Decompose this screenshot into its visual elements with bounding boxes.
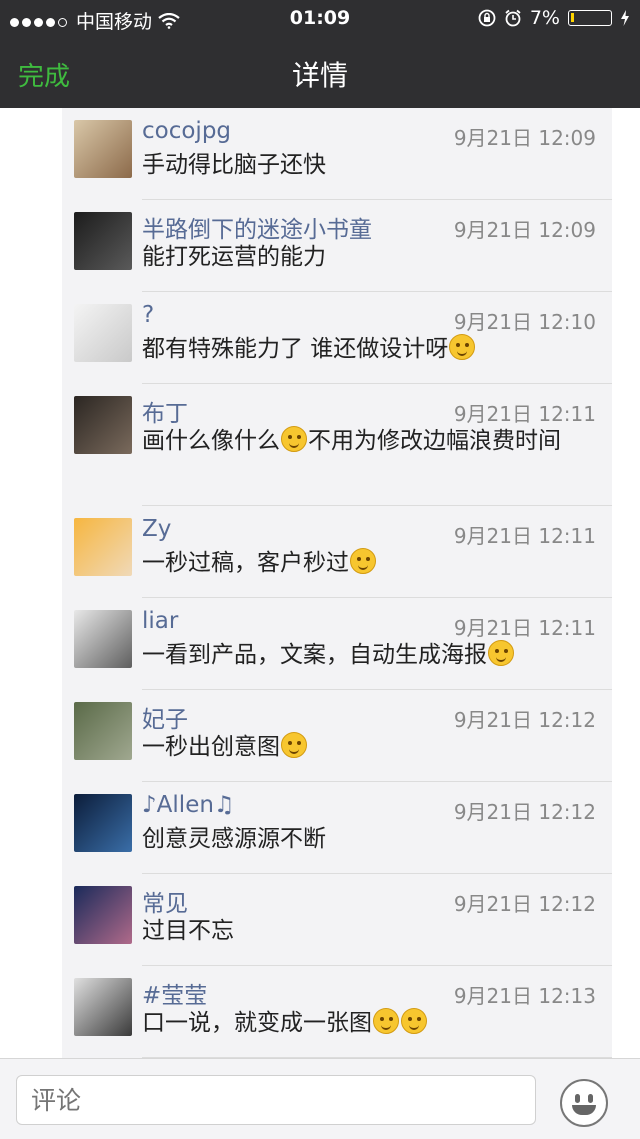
smiley-face-icon: [575, 1094, 580, 1103]
comment-text: 能打死运营的能力: [142, 242, 592, 272]
emoji-icon: [373, 1008, 399, 1034]
comment-item[interactable]: 常见 9月21日 12:12 过目不忘: [62, 874, 612, 966]
smiley-eye: [588, 1094, 593, 1103]
avatar[interactable]: [74, 396, 132, 454]
comment-item[interactable]: Zy 9月21日 12:11 一秒过稿，客户秒过: [62, 506, 612, 598]
smiley-mouth: [572, 1105, 596, 1115]
comment-text-body: 创意灵感源源不断: [142, 826, 326, 852]
avatar[interactable]: [74, 978, 132, 1036]
emoji-icon: [281, 732, 307, 758]
nav-bar: 完成 详情: [0, 36, 640, 108]
comment-text-continued: 不用为修改边幅浪费时间: [308, 428, 561, 454]
comment-bar: [0, 1058, 640, 1139]
comment-text: 画什么像什么 不用为修改边幅浪费时间: [142, 426, 592, 456]
commenter-name[interactable]: 常见: [142, 884, 188, 918]
comment-time: 9月21日 12:12: [453, 708, 596, 732]
comment-text-body: 画什么像什么: [142, 428, 280, 454]
commenter-name[interactable]: liar: [142, 608, 178, 634]
comment-text-body: 一秒过稿，客户秒过: [142, 550, 349, 576]
comment-text-body: 都有特殊能力了 谁还做设计呀: [142, 336, 449, 362]
comment-time: 9月21日 12:12: [453, 800, 596, 824]
comment-text: 口一说，就变成一张图: [142, 1008, 592, 1038]
comment-text: 一秒出创意图: [142, 732, 592, 762]
avatar[interactable]: [74, 304, 132, 362]
alarm-icon: [505, 9, 521, 27]
avatar[interactable]: [74, 212, 132, 270]
avatar[interactable]: [74, 794, 132, 852]
comment-item[interactable]: 妃子 9月21日 12:12 一秒出创意图: [62, 690, 612, 782]
comment-text-body: 口一说，就变成一张图: [142, 1010, 372, 1036]
comment-text: 一秒过稿，客户秒过: [142, 548, 592, 578]
comment-text-body: 过目不忘: [142, 918, 234, 944]
comment-text: 手动得比脑子还快: [142, 150, 592, 180]
commenter-name[interactable]: 半路倒下的迷途小书童: [142, 210, 372, 244]
battery-icon: [568, 10, 612, 26]
avatar[interactable]: [74, 610, 132, 668]
comment-time: 9月21日 12:11: [453, 402, 596, 426]
comment-text: 过目不忘: [142, 916, 592, 946]
comment-time: 9月21日 12:09: [453, 126, 596, 150]
commenter-name[interactable]: #莹莹: [142, 976, 207, 1010]
emoji-button[interactable]: [560, 1079, 608, 1127]
avatar[interactable]: [74, 702, 132, 760]
comment-input[interactable]: [16, 1075, 536, 1125]
comment-item[interactable]: ? 9月21日 12:10 都有特殊能力了 谁还做设计呀: [62, 292, 612, 384]
rotation-lock-icon: [478, 9, 496, 27]
commenter-name[interactable]: 布丁: [142, 394, 188, 428]
commenter-name[interactable]: Zy: [142, 516, 171, 542]
comment-item[interactable]: 布丁 9月21日 12:11 画什么像什么 不用为修改边幅浪费时间: [62, 384, 612, 506]
page-title: 详情: [291, 59, 348, 92]
battery-percent: 7%: [529, 7, 560, 29]
emoji-icon: [281, 426, 307, 452]
commenter-name[interactable]: ?: [142, 302, 154, 328]
comment-item[interactable]: cocojpg 9月21日 12:09 手动得比脑子还快: [62, 108, 612, 200]
comment-text: 都有特殊能力了 谁还做设计呀: [142, 334, 592, 364]
comment-time: 9月21日 12:09: [453, 218, 596, 242]
comment-text: 创意灵感源源不断: [142, 824, 592, 854]
comment-time: 9月21日 12:12: [453, 892, 596, 916]
status-bar: 中国移动 01:09 7%: [0, 0, 640, 36]
commenter-name[interactable]: cocojpg: [142, 118, 231, 144]
comment-time: 9月21日 12:11: [453, 616, 596, 640]
comment-item[interactable]: #莹莹 9月21日 12:13 口一说，就变成一张图: [62, 966, 612, 1058]
comment-time: 9月21日 12:13: [453, 984, 596, 1008]
commenter-name[interactable]: 妃子: [142, 700, 188, 734]
commenter-name[interactable]: ♪Allen♫: [142, 792, 235, 818]
avatar[interactable]: [74, 518, 132, 576]
comment-item[interactable]: ♪Allen♫ 9月21日 12:12 创意灵感源源不断: [62, 782, 612, 874]
comment-text-body: 一秒出创意图: [142, 734, 280, 760]
emoji-icon: [350, 548, 376, 574]
comment-item[interactable]: 半路倒下的迷途小书童 9月21日 12:09 能打死运营的能力: [62, 200, 612, 292]
charging-icon: [621, 10, 629, 26]
comment-text-body: 一看到产品，文案，自动生成海报: [142, 642, 487, 668]
emoji-icon: [401, 1008, 427, 1034]
emoji-icon: [449, 334, 476, 360]
comment-time: 9月21日 12:11: [453, 524, 596, 548]
comment-item[interactable]: liar 9月21日 12:11 一看到产品，文案，自动生成海报: [62, 598, 612, 690]
comment-text-body: 手动得比脑子还快: [142, 152, 326, 178]
comment-text-body: 能打死运营的能力: [142, 244, 326, 270]
avatar[interactable]: [74, 120, 132, 178]
comment-time: 9月21日 12:10: [453, 310, 596, 334]
avatar[interactable]: [74, 886, 132, 944]
comment-list[interactable]: cocojpg 9月21日 12:09 手动得比脑子还快半路倒下的迷途小书童 9月21…: [62, 108, 612, 1058]
comment-text: 一看到产品，文案，自动生成海报: [142, 640, 592, 670]
emoji-icon: [488, 640, 514, 666]
